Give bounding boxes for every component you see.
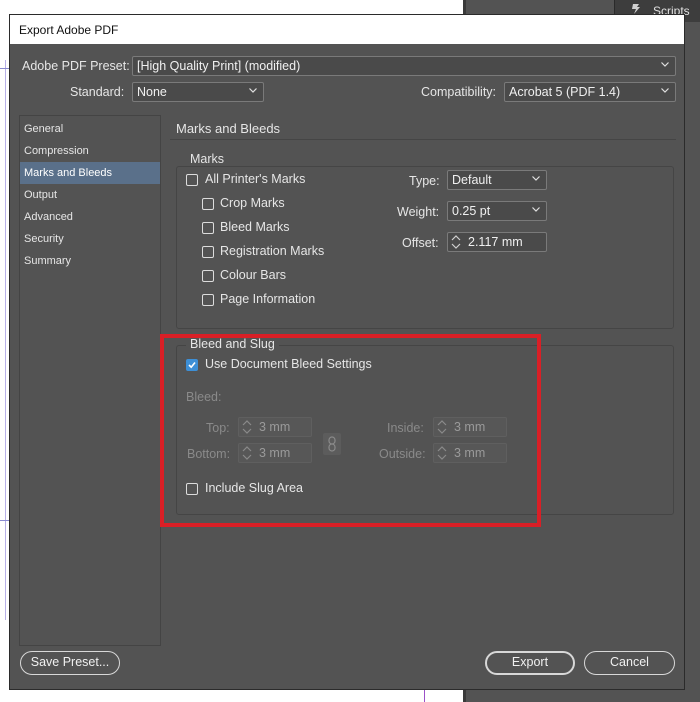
- weight-select[interactable]: 0.25 pt: [447, 201, 547, 221]
- sidebar-item-label: Summary: [24, 255, 72, 267]
- sidebar-item-label: Compression: [24, 145, 89, 157]
- offset-value: 2.117 mm: [468, 235, 523, 249]
- sidebar-item-compression[interactable]: Compression: [20, 140, 160, 162]
- sidebar-item-label: Security: [24, 233, 64, 245]
- all-printers-marks-label: All Printer's Marks: [205, 172, 306, 186]
- divider: [170, 139, 676, 140]
- export-button[interactable]: Export: [485, 651, 575, 675]
- standard-value: None: [137, 85, 167, 99]
- sidebar-item-advanced[interactable]: Advanced: [20, 206, 160, 228]
- cancel-button[interactable]: Cancel: [584, 651, 675, 675]
- type-label: Type:: [409, 174, 440, 188]
- sidebar-item-label: Output: [24, 189, 58, 201]
- colour-bars-checkbox[interactable]: [202, 270, 214, 282]
- standard-select[interactable]: None: [132, 82, 264, 102]
- offset-label: Offset:: [402, 236, 439, 250]
- sidebar-item-output[interactable]: Output: [20, 184, 160, 206]
- marks-group-title: Marks: [186, 152, 229, 166]
- chevron-down-icon: [532, 176, 540, 181]
- save-preset-button[interactable]: Save Preset...: [20, 651, 120, 675]
- preset-label: Adobe PDF Preset:: [22, 59, 130, 73]
- bleed-marks-label: Bleed Marks: [220, 220, 290, 234]
- type-select[interactable]: Default: [447, 170, 547, 190]
- compatibility-select[interactable]: Acrobat 5 (PDF 1.4): [504, 82, 676, 102]
- crop-marks-checkbox[interactable]: [202, 198, 214, 210]
- type-value: Default: [452, 173, 492, 187]
- page-guide: [5, 60, 6, 620]
- weight-label: Weight:: [397, 205, 440, 219]
- export-pdf-dialog: Export Adobe PDF Adobe PDF Preset: [High…: [9, 14, 685, 690]
- sidebar-item-marks-and-bleeds[interactable]: Marks and Bleeds: [20, 162, 160, 184]
- sidebar-item-security[interactable]: Security: [20, 228, 160, 250]
- colour-bars-label: Colour Bars: [220, 268, 286, 282]
- all-printers-marks-checkbox[interactable]: [186, 174, 198, 186]
- chevron-down-icon: [661, 62, 669, 67]
- preset-select[interactable]: [High Quality Print] (modified): [132, 56, 676, 76]
- registration-marks-label: Registration Marks: [220, 244, 325, 258]
- stepper-arrows-icon[interactable]: [450, 234, 462, 250]
- chevron-down-icon: [532, 207, 540, 212]
- page-guide: [424, 690, 425, 702]
- preset-value: [High Quality Print] (modified): [137, 59, 301, 73]
- sidebar-item-label: General: [24, 123, 64, 135]
- crop-marks-label: Crop Marks: [220, 196, 285, 210]
- standard-label: Standard:: [70, 85, 125, 99]
- sidebar-item-label: Marks and Bleeds: [24, 167, 113, 179]
- compatibility-value: Acrobat 5 (PDF 1.4): [509, 85, 621, 99]
- sidebar-item-label: Advanced: [24, 211, 73, 223]
- panel-title: Marks and Bleeds: [176, 121, 281, 136]
- red-highlight-frame: [160, 334, 541, 527]
- chevron-down-icon: [249, 88, 257, 93]
- offset-field[interactable]: 2.117 mm: [447, 232, 547, 252]
- sidebar-item-general[interactable]: General: [20, 118, 160, 140]
- page-information-checkbox[interactable]: [202, 294, 214, 306]
- compatibility-label: Compatibility:: [421, 85, 497, 99]
- dialog-titlebar: Export Adobe PDF: [10, 15, 684, 44]
- dialog-title: Export Adobe PDF: [19, 23, 119, 37]
- bleed-marks-checkbox[interactable]: [202, 222, 214, 234]
- registration-marks-checkbox[interactable]: [202, 246, 214, 258]
- sidebar: General Compression Marks and Bleeds Out…: [19, 115, 161, 646]
- weight-value: 0.25 pt: [452, 204, 491, 218]
- page-information-label: Page Information: [220, 292, 316, 306]
- sidebar-item-summary[interactable]: Summary: [20, 250, 160, 272]
- chevron-down-icon: [661, 88, 669, 93]
